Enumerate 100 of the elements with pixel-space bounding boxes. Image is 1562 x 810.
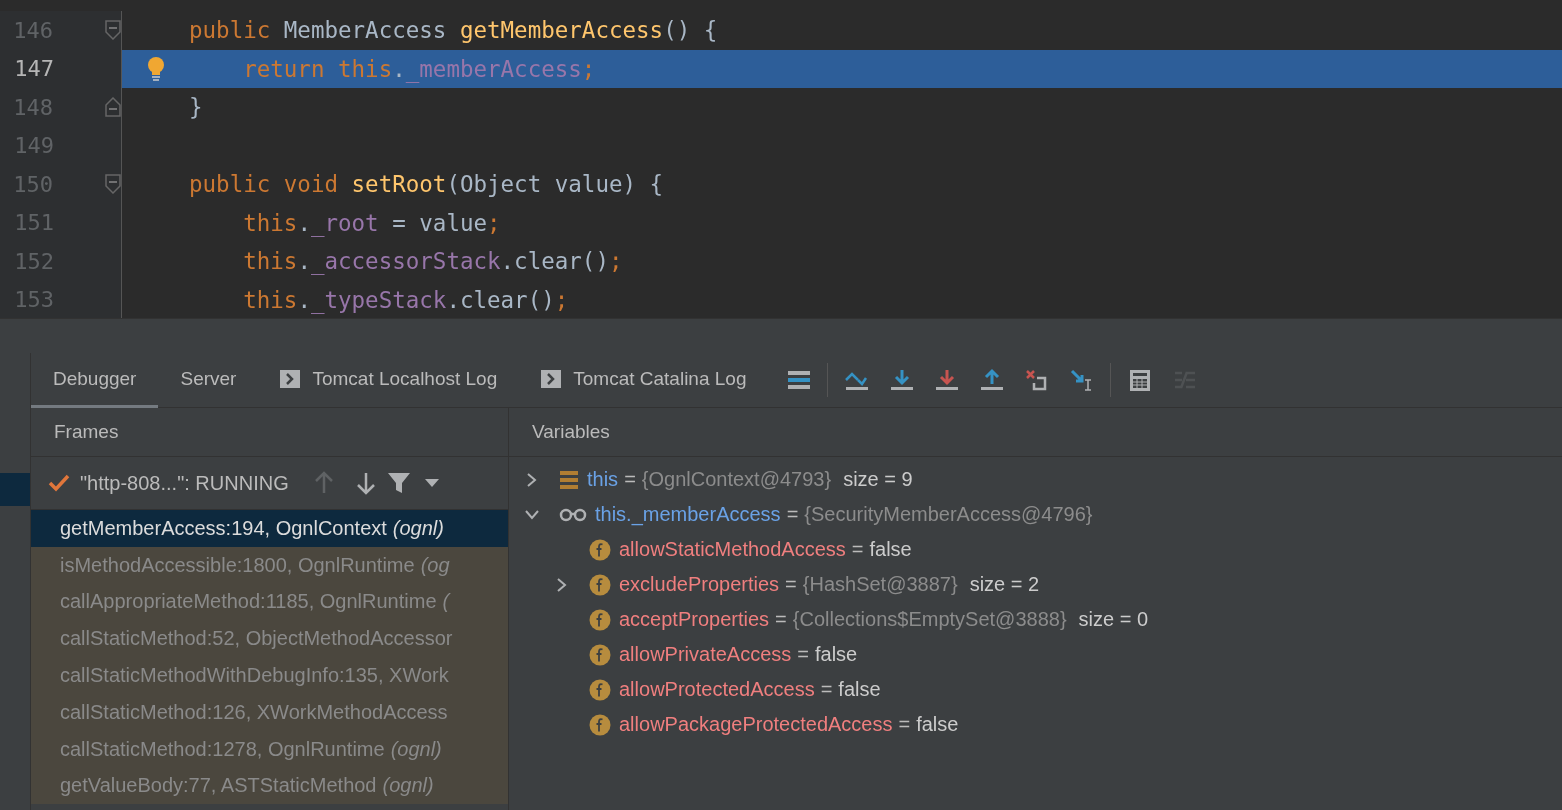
field-icon [589,573,611,596]
frame-package: (ognl) [390,737,442,761]
tab[interactable]: Tomcat Localhost Log [258,353,520,408]
frame-location: callStaticMethod:126, XWorkMethodAccess [60,700,448,724]
step-into-icon[interactable] [934,368,960,392]
equals-sign: = [797,643,809,666]
variable-row[interactable]: allowStaticMethodAccess = false [509,532,1562,567]
code-text: ; [554,286,569,313]
variable-value: false [815,643,858,666]
tab[interactable]: Server [158,353,259,408]
pane-title: Frames [54,421,119,443]
code-text: _memberAccess [405,55,582,82]
step-out-icon[interactable] [979,368,1005,392]
variable-name: this [587,468,619,491]
frame-location: callStaticMethodWithDebugInfo:135, XWork [60,664,449,688]
code-text: . [297,248,311,275]
frame-package: (og [420,553,450,577]
thread-selector[interactable]: "http-808...": RUNNING [80,471,289,495]
side-strip-marker [0,473,30,506]
code-text: .clear() [500,248,609,275]
code-text: _typeStack [310,286,447,313]
frame-location: isMethodAccessible:1800, OgnlRuntime [60,553,415,577]
code-text: . [297,209,311,236]
tab[interactable]: Tomcat Catalina Log [519,353,769,408]
code-text: () { [663,17,718,44]
pane-title: Variables [532,421,610,443]
field-icon [589,643,611,666]
line-number: 147 [13,56,54,82]
variable-name: allowPackageProtectedAccess [619,713,893,736]
frame-package: ( [442,590,450,614]
variable-value: {HashSet@3887} [802,573,958,596]
variable-value: false [869,538,912,561]
field-icon [589,538,611,561]
variable-size: size = 2 [969,573,1040,596]
variable-name: allowProtectedAccess [619,678,815,701]
variable-name: this._memberAccess [595,503,781,526]
field-icon [589,608,611,631]
step-into-icon[interactable] [889,368,915,392]
code-text: _root [310,209,379,236]
lightbulb-icon [146,55,165,82]
list-icon[interactable] [786,368,812,392]
console-icon [541,370,562,388]
code-text: ; [581,55,596,82]
code-text: MemberAccess [283,17,448,44]
frame-location: callStaticMethod:1278, OgnlRuntime [60,737,385,761]
equals-sign: = [820,678,833,701]
code-text: ; [608,248,623,275]
variable-value: {OgnlContext@4793} [641,468,832,491]
equals-sign: = [898,713,911,736]
code-text: public [189,17,272,44]
variable-value: false [838,678,881,701]
variable-row[interactable]: allowProtectedAccess = false [509,672,1562,707]
frame-location: getValueBody:77, ASTStaticMethod [60,774,377,798]
frame-package: (ognl) [392,516,444,540]
equals-sign: = [785,573,797,596]
chevron-down-icon[interactable] [524,508,540,521]
code-text: public void [189,171,339,198]
chevron-right-icon[interactable] [556,576,568,593]
code-text: this [242,209,298,236]
console-icon [280,370,301,388]
stack-icon [559,469,579,490]
frame-location: callAppropriateMethod:1185, OgnlRuntime [60,590,437,614]
equals-sign: = [786,503,799,526]
code-text: _accessorStack [310,248,501,275]
calculator-icon[interactable] [1127,368,1153,392]
code-text: return this [242,55,393,82]
variable-value: {Collections$EmptySet@3888} [792,608,1067,631]
code-text: getMemberAccess [459,17,664,44]
variable-value: {SecurityMemberAccess@4796} [804,503,1093,526]
equals-sign: = [775,608,787,631]
variable-size: size = 0 [1078,608,1149,631]
variable-row[interactable]: acceptProperties = {Collections$EmptySet@3888} size = 0 [509,602,1562,637]
code-text: (Object value) { [446,171,664,198]
tab[interactable]: Debugger [31,353,159,408]
chevron-right-icon[interactable] [526,471,538,488]
code-text: setRoot [351,171,447,198]
variable-size: size = 9 [843,468,913,491]
variable-name: allowPrivateAccess [619,643,792,666]
frame-location: getMemberAccess:194, OgnlContext [60,516,387,540]
code-text: ; [487,209,501,236]
variable-name: allowStaticMethodAccess [619,538,846,561]
check-icon [48,473,70,493]
stack-frame[interactable]: getMemberAccess:194, OgnlContext (ognl) [31,510,508,547]
frame-location: callStaticMethod:52, ObjectMethodAccessor [60,627,453,651]
equals-sign: = [624,468,636,491]
variable-name: excludeProperties [619,573,780,596]
variable-row[interactable]: this = {OgnlContext@4793} size = 9 [509,462,1562,497]
variable-row[interactable]: this._memberAccess = {SecurityMemberAccess@4796} [509,497,1562,532]
variable-name: acceptProperties [619,608,770,631]
field-icon [589,678,611,701]
code-text: } [189,94,203,121]
code-text: this [242,248,298,275]
code-text: . [297,286,311,313]
variable-value: false [916,713,959,736]
variable-row[interactable]: allowPrivateAccess = false [509,637,1562,672]
filter-icon[interactable] [386,472,411,494]
variable-row[interactable]: allowPackageProtectedAccess = false [509,707,1562,742]
variable-row[interactable]: excludeProperties = {HashSet@3887} size = 2 [509,567,1562,602]
arrow-down-icon[interactable] [354,471,377,495]
equals-sign: = [851,538,864,561]
